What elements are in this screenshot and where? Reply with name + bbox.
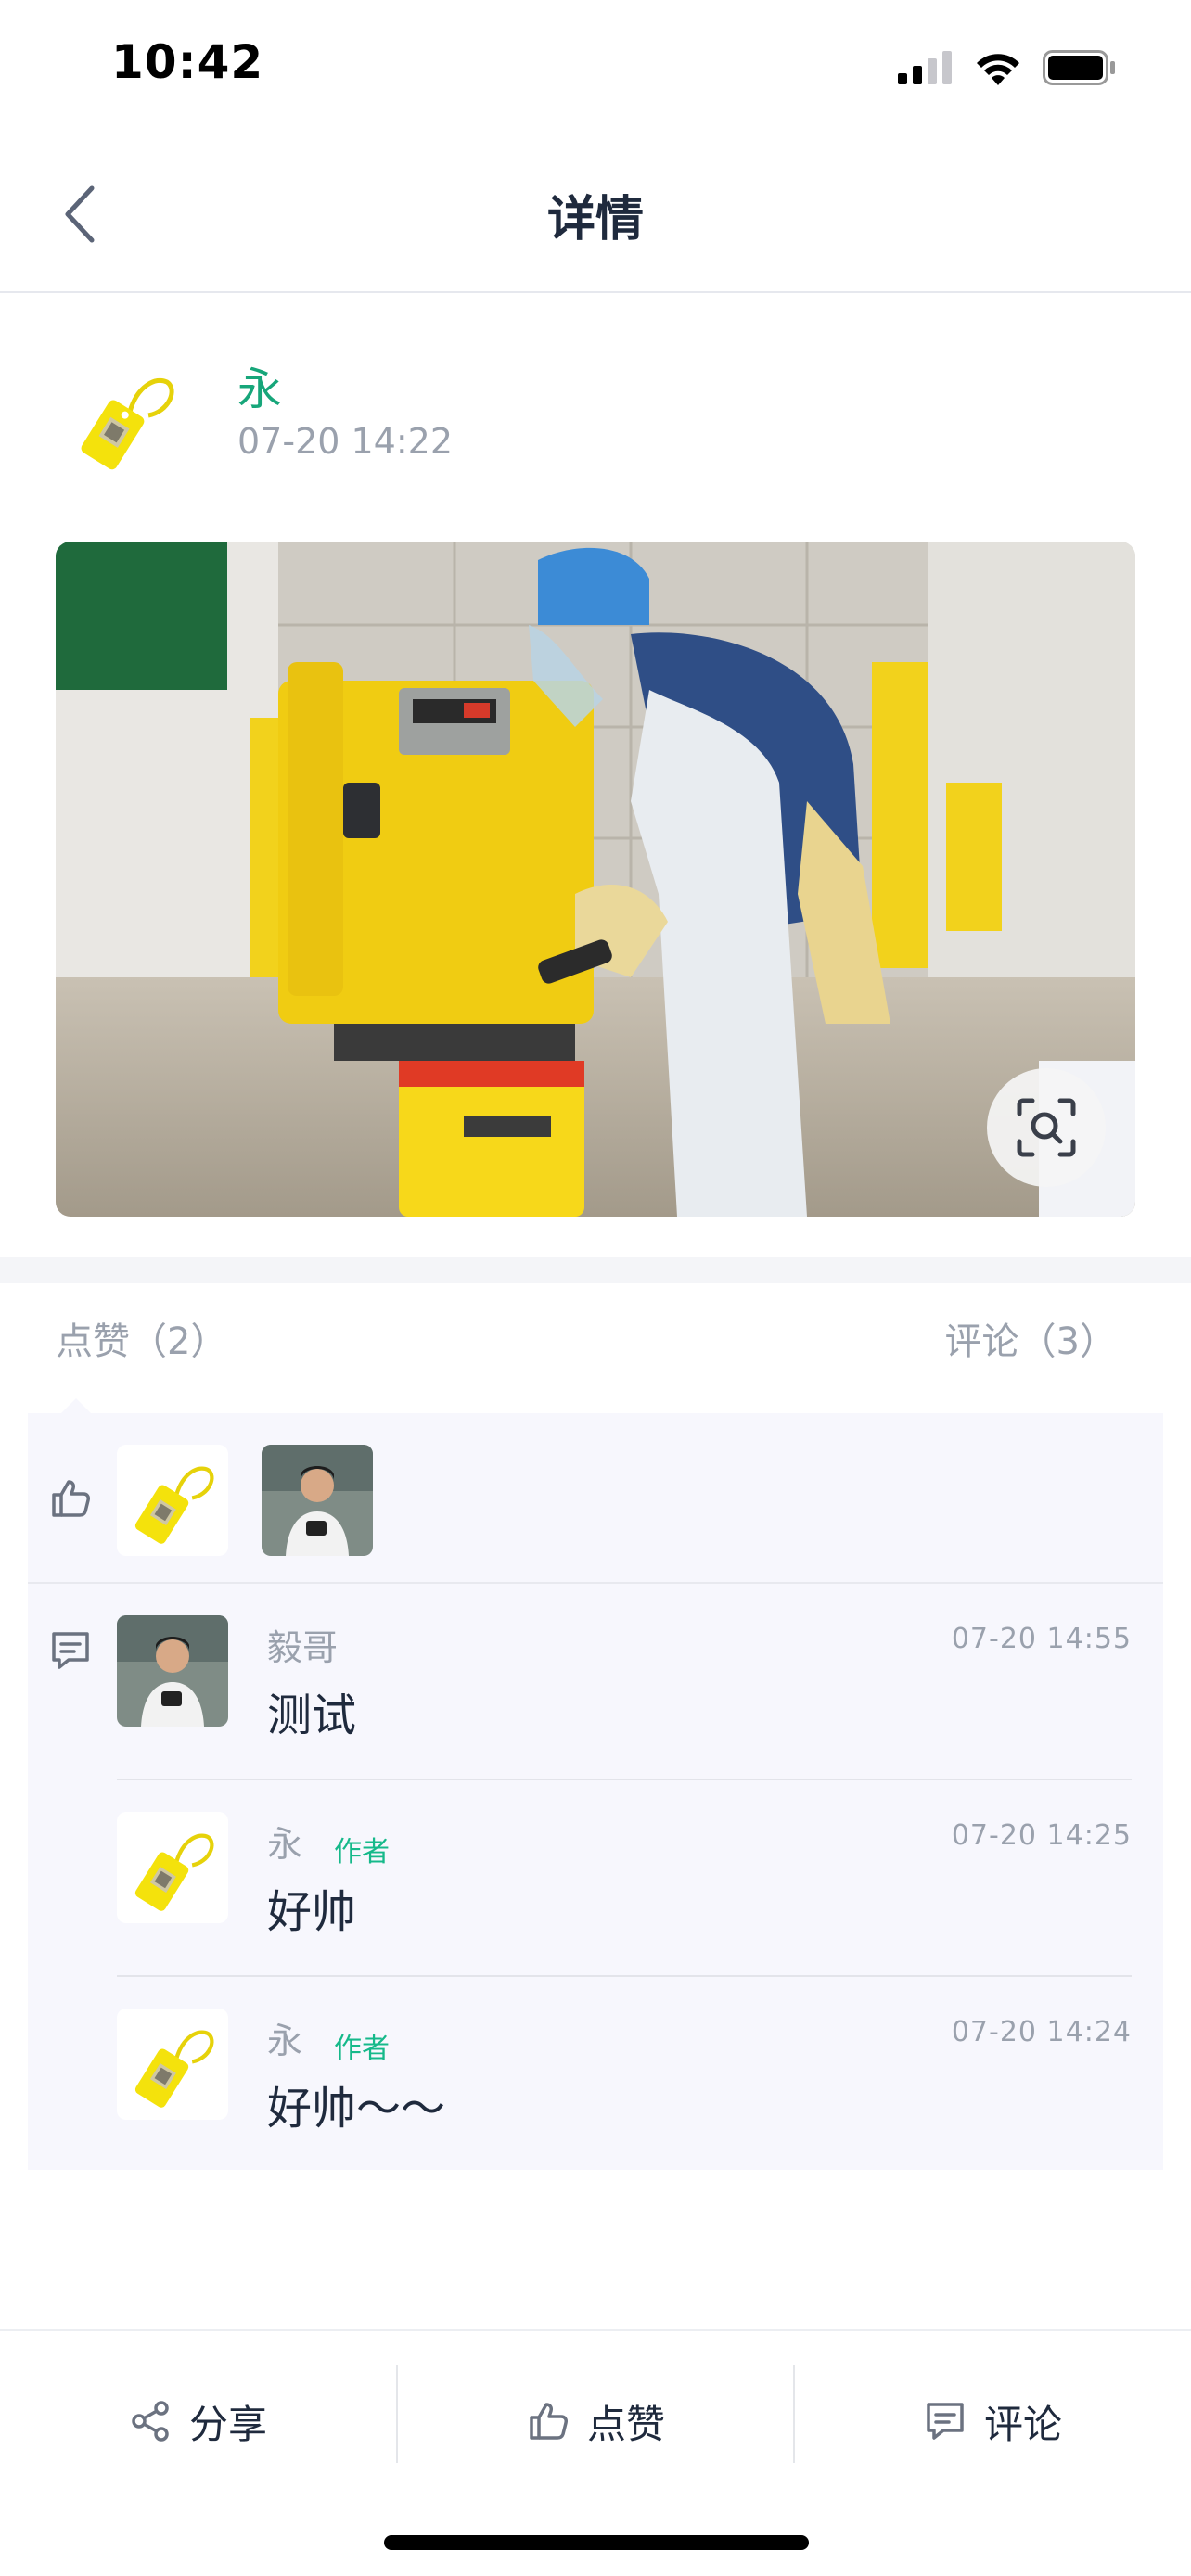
- tab-likes[interactable]: 点赞（2）: [56, 1311, 227, 1365]
- comment-item: 永 作者 07-20 14:25 好帅: [28, 1780, 1163, 1977]
- like-label: 点赞: [586, 2401, 665, 2447]
- comment-item: 毅哥 07-20 14:55 测试: [28, 1584, 1163, 1780]
- commenter-avatar[interactable]: [117, 1812, 228, 1923]
- status-bar: 10:42: [0, 0, 1191, 139]
- comment-time: 07-20 14:55: [951, 1623, 1132, 1655]
- commenter-avatar[interactable]: [117, 1615, 228, 1727]
- post-photo[interactable]: [56, 542, 1135, 1217]
- post-time: 07-20 14:22: [237, 421, 454, 462]
- tag-avatar-icon: [134, 1833, 214, 1911]
- comment-text: 好帅～～: [267, 2083, 446, 2135]
- comment-label: 评论: [983, 2401, 1062, 2447]
- tag-avatar-icon: [134, 2030, 214, 2108]
- comment-text: 测试: [267, 1690, 357, 1741]
- tag-avatar-icon: [134, 1466, 214, 1544]
- person-avatar-icon: [117, 1615, 228, 1727]
- author-name[interactable]: 永: [237, 352, 282, 417]
- thumbs-up-icon: [45, 1473, 96, 1524]
- interaction-panel: 毅哥 07-20 14:55 测试 永 作者 07-20 14:25 好帅 永 …: [28, 1413, 1163, 2170]
- person-avatar-icon: [262, 1445, 373, 1556]
- author-badge: 作者: [334, 2033, 390, 2065]
- share-label: 分享: [188, 2401, 267, 2447]
- wifi-icon: [977, 54, 1019, 85]
- nav-bar: 详情: [0, 139, 1191, 293]
- likes-row: [28, 1413, 1163, 1584]
- home-indicator[interactable]: [384, 2535, 809, 2550]
- commenter-name[interactable]: 永: [267, 1816, 302, 1867]
- liker-avatar-2[interactable]: [262, 1445, 373, 1556]
- liker-avatar-1[interactable]: [117, 1445, 228, 1556]
- scan-search-icon: [1017, 1098, 1076, 1157]
- commenter-name[interactable]: 永: [267, 2012, 302, 2063]
- comment-time: 07-20 14:25: [951, 1819, 1132, 1852]
- section-divider: [0, 1257, 1191, 1283]
- cellular-signal-icon: [898, 51, 952, 84]
- interaction-tabs: 点赞（2） 评论（3）: [0, 1283, 1191, 1415]
- post-header: 永 07-20 14:22: [0, 293, 1191, 525]
- thumbs-up-icon: [530, 2403, 568, 2440]
- photo-illustration: [56, 542, 1135, 1217]
- status-icons: [898, 45, 1117, 91]
- like-button[interactable]: 点赞: [397, 2355, 794, 2487]
- commenter-avatar[interactable]: [117, 2009, 228, 2120]
- tag-avatar-icon: [81, 377, 174, 470]
- share-icon: [132, 2401, 169, 2442]
- comment-icon: [927, 2403, 964, 2440]
- comment-text: 好帅: [267, 1886, 357, 1938]
- page-title: 详情: [546, 192, 644, 248]
- battery-icon: [1043, 50, 1115, 85]
- image-search-button[interactable]: [987, 1068, 1106, 1187]
- author-avatar[interactable]: [56, 349, 195, 488]
- comment-button[interactable]: 评论: [794, 2355, 1191, 2487]
- author-badge: 作者: [334, 1836, 390, 1868]
- comment-time: 07-20 14:24: [951, 2016, 1132, 2048]
- comment-icon: [45, 1625, 96, 1677]
- tab-comments[interactable]: 评论（3）: [945, 1311, 1117, 1365]
- status-time: 10:42: [111, 35, 264, 89]
- comment-item: 永 作者 07-20 14:24 好帅～～: [28, 1977, 1163, 2170]
- share-button[interactable]: 分享: [0, 2355, 397, 2487]
- commenter-name[interactable]: 毅哥: [267, 1619, 338, 1670]
